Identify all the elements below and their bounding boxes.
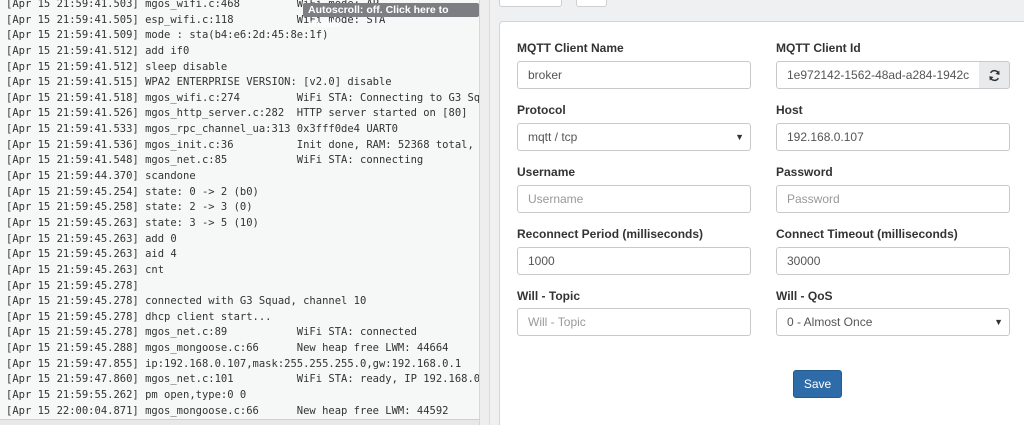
save-button[interactable]: Save: [793, 370, 842, 398]
log-lines: [Apr 15 21:59:41.503] mgos_wifi.c:468 Wi…: [6, 0, 480, 419]
host-label: Host: [776, 103, 803, 117]
log-horizontal-scrollbar[interactable]: [0, 419, 479, 425]
top-tab-button-small[interactable]: [576, 0, 607, 7]
log-line: [Apr 15 21:59:45.263] cnt: [6, 263, 165, 276]
will-qos-select[interactable]: 0 - Almost Once ▼: [776, 308, 1010, 336]
log-line: [Apr 15 21:59:41.548] mgos_net.c:85 WiFi…: [6, 154, 424, 167]
log-line: [Apr 15 21:59:47.860] mgos_net.c:101 WiF…: [6, 373, 480, 386]
log-line: [Apr 15 21:59:41.512] add if0: [6, 44, 190, 57]
panel-splitter[interactable]: [480, 0, 490, 425]
connect-timeout-label: Connect Timeout (milliseconds): [776, 227, 958, 241]
password-input[interactable]: [776, 185, 1010, 213]
log-line: [Apr 15 21:59:45.278] connected with G3 …: [6, 295, 367, 308]
connect-timeout-input[interactable]: [776, 247, 1010, 275]
password-label: Password: [776, 165, 833, 179]
will-qos-select-value: 0 - Almost Once: [787, 315, 873, 329]
reconnect-period-input[interactable]: [517, 247, 751, 275]
reconnect-period-label: Reconnect Period (milliseconds): [517, 227, 704, 241]
log-line: [Apr 15 21:59:45.288] mgos_mongoose.c:66…: [6, 342, 449, 355]
log-line: [Apr 15 21:59:45.278]: [6, 279, 139, 292]
client-id-label: MQTT Client Id: [776, 41, 861, 55]
log-line: [Apr 15 21:59:45.278] mgos_net.c:89 WiFi…: [6, 326, 417, 339]
mqtt-form-card: MQTT Client Name MQTT Client Id Protocol…: [499, 21, 1024, 425]
client-name-label: MQTT Client Name: [517, 41, 624, 55]
will-qos-label: Will - QoS: [776, 289, 833, 303]
client-name-input[interactable]: [517, 61, 751, 89]
log-line: [Apr 15 21:59:45.258] state: 2 -> 3 (0): [6, 201, 253, 214]
log-line: [Apr 15 21:59:47.855] ip:192.168.0.107,m…: [6, 357, 462, 370]
log-line: [Apr 15 21:59:45.254] state: 0 -> 2 (b0): [6, 185, 259, 198]
will-topic-input[interactable]: [517, 308, 751, 336]
log-line: [Apr 15 21:59:41.533] mgos_rpc_channel_u…: [6, 123, 398, 136]
username-label: Username: [517, 165, 576, 179]
protocol-label: Protocol: [517, 103, 566, 117]
protocol-select[interactable]: mqtt / tcp ▼: [517, 123, 751, 151]
log-line: [Apr 15 21:59:55.262] pm open,type:0 0: [6, 389, 247, 402]
will-topic-label: Will - Topic: [517, 289, 580, 303]
host-input[interactable]: [776, 123, 1010, 151]
log-line: [Apr 15 21:59:41.526] mgos_http_server.c…: [6, 107, 468, 120]
log-line: [Apr 15 21:59:41.515] WPA2 ENTERPRISE VE…: [6, 76, 392, 89]
log-line: [Apr 15 21:59:45.263] add 0: [6, 232, 177, 245]
client-id-input[interactable]: [776, 61, 980, 89]
log-line: [Apr 15 22:00:04.871] mgos_mongoose.c:66…: [6, 404, 449, 417]
log-line: [Apr 15 21:59:41.509] mode : sta(b4:e6:2…: [6, 29, 329, 42]
log-line: [Apr 15 21:59:45.263] state: 3 -> 5 (10): [6, 216, 259, 229]
chevron-down-icon: ▼: [994, 317, 1003, 327]
regenerate-client-id-button[interactable]: [979, 61, 1010, 89]
log-line: [Apr 15 21:59:41.518] mgos_wifi.c:274 Wi…: [6, 91, 480, 104]
refresh-icon: [988, 69, 1000, 81]
log-line: [Apr 15 21:59:45.263] aid 4: [6, 248, 177, 261]
log-line: [Apr 15 21:59:41.512] sleep disable: [6, 60, 228, 73]
mqtt-settings-panel: MQTT Client Name MQTT Client Id Protocol…: [491, 0, 1024, 425]
log-line: [Apr 15 21:59:44.370] scandone: [6, 170, 196, 183]
device-log-panel[interactable]: [Apr 15 21:59:41.503] mgos_wifi.c:468 Wi…: [0, 0, 480, 425]
username-input[interactable]: [517, 185, 751, 213]
log-line: [Apr 15 21:59:45.278] dhcp client start.…: [6, 310, 272, 323]
top-tab-button[interactable]: [499, 0, 562, 7]
chevron-down-icon: ▼: [735, 132, 744, 142]
protocol-select-value: mqtt / tcp: [528, 130, 578, 144]
log-line: [Apr 15 21:59:41.536] mgos_init.c:36 Ini…: [6, 138, 480, 151]
autoscroll-toggle[interactable]: Autoscroll: off. Click here to enable: [303, 3, 479, 30]
